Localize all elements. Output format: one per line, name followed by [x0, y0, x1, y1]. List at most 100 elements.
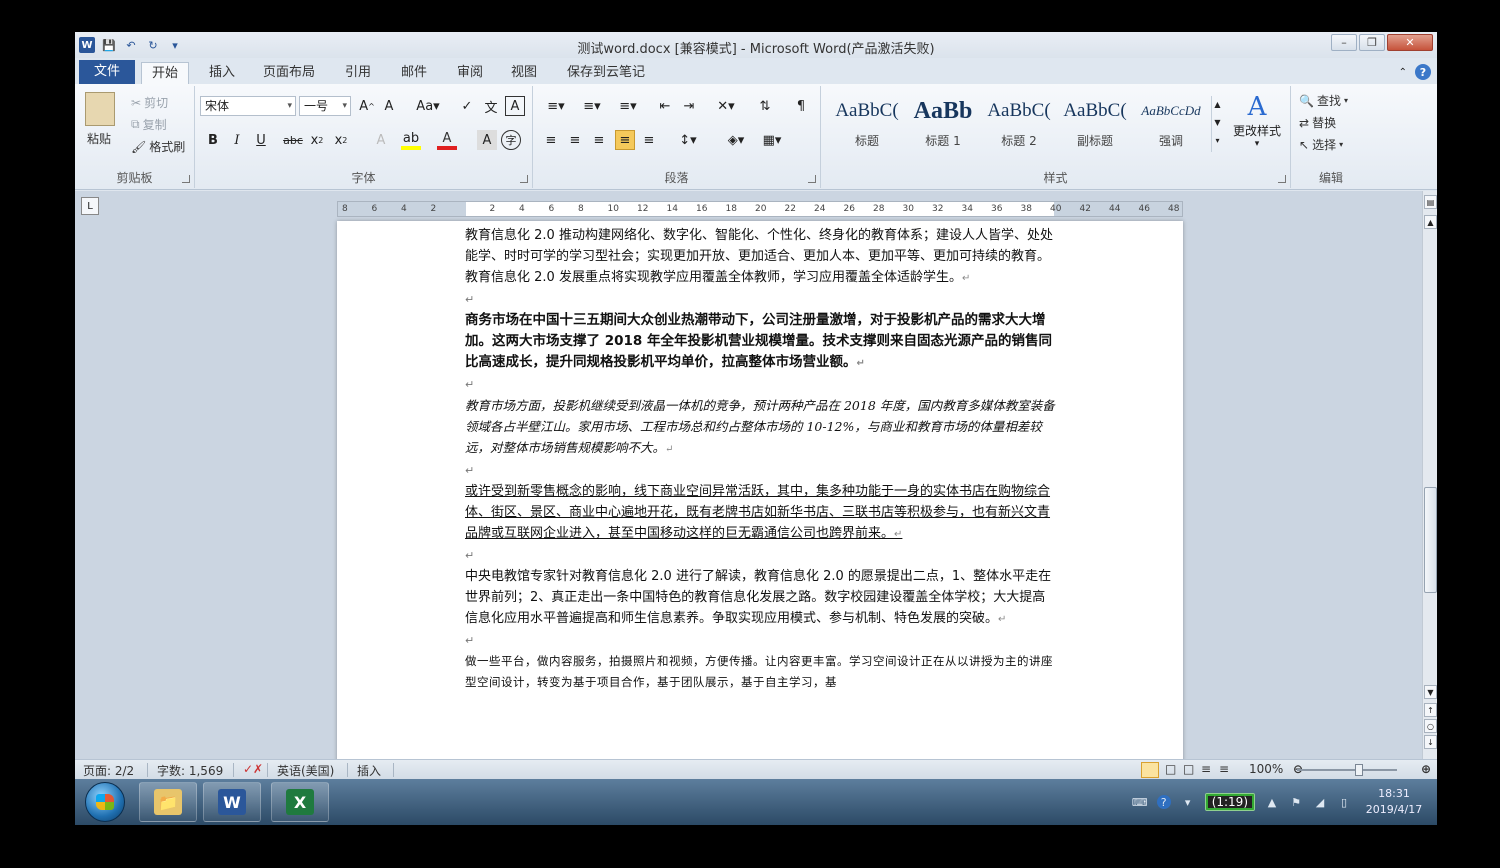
phonetic-guide-icon[interactable]: 文 — [481, 96, 501, 116]
sort-icon[interactable]: ⇅ — [755, 96, 775, 116]
help-icon[interactable]: ? — [1415, 64, 1431, 80]
document-body[interactable]: 教育信息化 2.0 推动构建网络化、数字化、智能化、个性化、终身化的教育体系；建… — [465, 225, 1055, 693]
style-heading-1[interactable]: AaBb 标题 1 — [905, 96, 981, 156]
scroll-down-icon[interactable]: ▼ — [1424, 685, 1437, 699]
tab-file[interactable]: 文件 — [79, 60, 135, 84]
vertical-scrollbar[interactable]: ▤ ▲ ▼ ↑ ○ ↓ — [1422, 191, 1437, 759]
tab-save-to-cloud-notes[interactable]: 保存到云笔记 — [557, 62, 655, 84]
justify-icon[interactable]: ≡ — [615, 130, 635, 150]
font-name-select[interactable]: 宋体 ▾ — [200, 96, 296, 116]
clipboard-launcher-icon[interactable] — [182, 175, 190, 183]
web-layout-icon[interactable]: □ — [1183, 762, 1194, 776]
subscript-icon[interactable]: x2 — [307, 130, 327, 150]
align-center-icon[interactable]: ≡ — [565, 130, 585, 150]
taskbar-excel[interactable]: X — [271, 782, 329, 822]
ruler-toggle-icon[interactable]: ▤ — [1424, 195, 1437, 209]
tab-mailings[interactable]: 邮件 — [391, 62, 437, 84]
shrink-font-icon[interactable]: A — [379, 96, 399, 116]
keyboard-icon[interactable]: ⌨ — [1132, 795, 1148, 809]
word-count[interactable]: 字数: 1,569 — [157, 762, 223, 779]
next-page-icon[interactable]: ↓ — [1424, 735, 1437, 749]
shading-icon[interactable]: ◈▾ — [721, 130, 751, 150]
styles-launcher-icon[interactable] — [1278, 175, 1286, 183]
tab-selector-icon[interactable]: L — [81, 197, 99, 215]
borders-icon[interactable]: ▦▾ — [757, 130, 787, 150]
help-tray-icon[interactable]: ? — [1156, 795, 1171, 809]
zoom-level[interactable]: 100% — [1249, 762, 1283, 776]
font-color-icon[interactable]: A — [437, 130, 457, 150]
paste-icon[interactable] — [85, 92, 115, 126]
select-browse-object-icon[interactable]: ○ — [1424, 719, 1437, 733]
replace-button[interactable]: ⇄ 替换 — [1299, 114, 1336, 131]
document-page[interactable]: 教育信息化 2.0 推动构建网络化、数字化、智能化、个性化、终身化的教育体系；建… — [337, 221, 1183, 759]
minimize-button[interactable]: – — [1331, 34, 1357, 51]
scroll-up-icon[interactable]: ▲ — [1424, 215, 1437, 229]
zoom-slider[interactable] — [1297, 764, 1397, 776]
network-icon[interactable]: ◢ — [1313, 795, 1327, 809]
show-hidden-icons[interactable]: ▲ — [1265, 795, 1279, 809]
style-emphasis[interactable]: AaBbCcDd 强调 — [1133, 96, 1209, 156]
start-button[interactable] — [85, 782, 125, 822]
bullets-icon[interactable]: ≡▾ — [541, 96, 571, 116]
decrease-indent-icon[interactable]: ⇤ — [655, 96, 675, 116]
paragraph-3[interactable]: 教育市场方面，投影机继续受到液晶一体机的竞争，预计两种产品在 2018 年度，国… — [465, 395, 1055, 460]
tray-arrow-icon[interactable]: ▾ — [1181, 795, 1195, 809]
align-right-icon[interactable]: ≡ — [589, 130, 609, 150]
paragraph-5[interactable]: 中央电教馆专家针对教育信息化 2.0 进行了解读，教育信息化 2.0 的愿景提出… — [465, 566, 1055, 630]
close-button[interactable]: ✕ — [1387, 34, 1433, 51]
char-shading-icon[interactable]: A — [477, 130, 497, 150]
print-layout-view-icon[interactable] — [1141, 762, 1159, 778]
paragraph-4[interactable]: 或许受到新零售概念的影响，线下商业空间异常活跃，其中，集多种功能于一身的实体书店… — [465, 481, 1055, 545]
insert-mode-indicator[interactable]: 插入 — [357, 762, 381, 779]
cut-button[interactable]: ✂ 剪切 — [131, 94, 168, 111]
superscript-icon[interactable]: x2 — [331, 130, 351, 150]
multilevel-list-icon[interactable]: ≡▾ — [613, 96, 643, 116]
tab-page-layout[interactable]: 页面布局 — [253, 62, 325, 84]
taskbar-word[interactable]: W — [203, 782, 261, 822]
outline-view-icon[interactable]: ≡ — [1201, 762, 1211, 776]
show-marks-icon[interactable]: ¶ — [791, 96, 811, 116]
change-styles-button[interactable]: A 更改样式 ▾ — [1229, 92, 1285, 149]
style-subtitle[interactable]: AaBbC( 副标题 — [1057, 96, 1133, 156]
copy-button[interactable]: ⧉ 复制 — [131, 116, 167, 133]
clock[interactable]: 18:31 2019/4/17 — [1361, 786, 1427, 818]
action-center-icon[interactable]: ⚑ — [1289, 795, 1303, 809]
paragraph-1[interactable]: 教育信息化 2.0 推动构建网络化、数字化、智能化、个性化、终身化的教育体系；建… — [465, 225, 1055, 289]
bold-icon[interactable]: B — [203, 130, 223, 150]
language-indicator[interactable]: 英语(美国) — [277, 762, 334, 779]
char-border-icon[interactable]: A — [505, 96, 525, 116]
style-title[interactable]: AaBbC( 标题 — [829, 96, 905, 156]
format-painter-button[interactable]: 🖌 格式刷 — [131, 138, 185, 155]
line-spacing-icon[interactable]: ↕▾ — [673, 130, 703, 150]
zoom-in-icon[interactable]: ⊕ — [1421, 762, 1431, 776]
paragraph-launcher-icon[interactable] — [808, 175, 816, 183]
tab-references[interactable]: 引用 — [335, 62, 381, 84]
distributed-icon[interactable]: ≡ — [639, 130, 659, 150]
chinese-layout-icon[interactable]: ✕▾ — [711, 96, 741, 116]
minimize-ribbon-icon[interactable]: ⌃ — [1399, 67, 1407, 78]
restore-button[interactable]: ❐ — [1359, 34, 1385, 51]
tab-home[interactable]: 开始 — [141, 62, 190, 84]
font-size-select[interactable]: 一号 ▾ — [299, 96, 351, 116]
tab-review[interactable]: 审阅 — [447, 62, 493, 84]
battery-indicator[interactable]: (1:19) — [1204, 793, 1255, 811]
paragraph-2[interactable]: 商务市场在中国十三五期间大众创业热潮带动下，公司注册量激增，对于投影机产品的需求… — [465, 310, 1055, 374]
italic-icon[interactable]: I — [227, 130, 247, 150]
zoom-slider-handle[interactable] — [1355, 764, 1363, 776]
paste-button[interactable]: 粘贴 — [87, 130, 111, 147]
underline-icon[interactable]: U — [251, 130, 271, 150]
battery-icon[interactable]: ▯ — [1337, 795, 1351, 809]
align-left-icon[interactable]: ≡ — [541, 130, 561, 150]
proofing-icon[interactable]: ✓✗ — [243, 762, 263, 776]
font-launcher-icon[interactable] — [520, 175, 528, 183]
scroll-thumb[interactable] — [1424, 487, 1437, 593]
strikethrough-icon[interactable]: abc — [283, 130, 303, 150]
increase-indent-icon[interactable]: ⇥ — [679, 96, 699, 116]
style-heading-2[interactable]: AaBbC( 标题 2 — [981, 96, 1057, 156]
tab-insert[interactable]: 插入 — [199, 62, 245, 84]
full-screen-reading-icon[interactable]: □ — [1165, 762, 1176, 776]
select-button[interactable]: ↖ 选择 ▾ — [1299, 136, 1343, 153]
change-case-icon[interactable]: Aa▾ — [413, 96, 443, 116]
find-button[interactable]: 🔍 查找 ▾ — [1299, 92, 1348, 109]
horizontal-ruler[interactable]: 8 6 4 2 2 4 6 8 10 12 14 16 18 20 22 24 26 28 30 32 34 36 38 40… — [337, 201, 1183, 217]
